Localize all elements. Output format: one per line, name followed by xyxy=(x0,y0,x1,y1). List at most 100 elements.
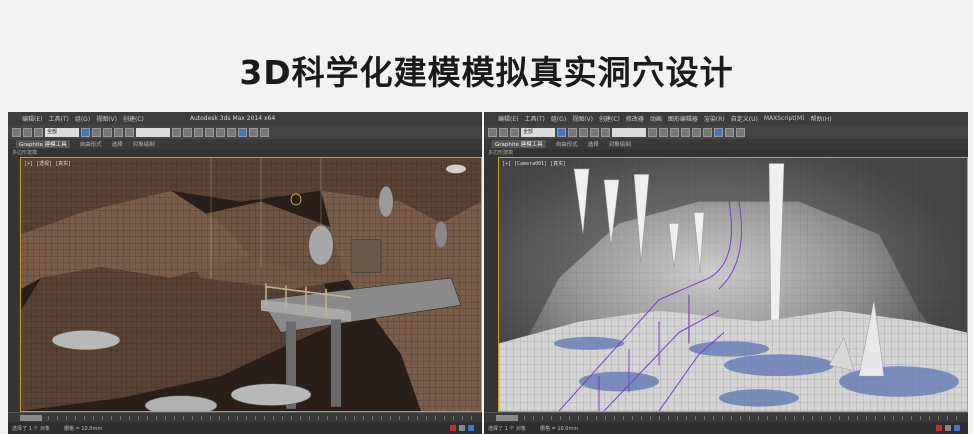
grid-status: 栅格 = 10.0mm xyxy=(63,425,103,432)
viewport-label[interactable]: [+] [透视] [真实] xyxy=(24,160,71,167)
reference-coord-dropdown[interactable] xyxy=(136,127,170,137)
set-key-icon[interactable] xyxy=(945,425,951,431)
rotate-tool-icon[interactable] xyxy=(590,127,599,137)
move-tool-icon[interactable] xyxy=(579,127,588,137)
ribbon-tab-freeform[interactable]: 自由形式 xyxy=(80,140,102,148)
timeline-ticks xyxy=(48,416,472,420)
grid-status: 栅格 = 10.0mm xyxy=(539,425,579,432)
menu-item-views[interactable]: 视图(V) xyxy=(572,114,593,123)
render-icon[interactable] xyxy=(736,127,745,137)
left-side-strip xyxy=(484,157,498,412)
menu-item-animation[interactable]: 动画 xyxy=(650,114,662,123)
layer-icon[interactable] xyxy=(227,127,236,137)
scale-tool-icon[interactable] xyxy=(601,127,610,137)
angle-snap-icon[interactable] xyxy=(670,127,679,137)
selection-filter-dropdown[interactable]: 全部 xyxy=(521,127,555,137)
menu-item-edit[interactable]: 编辑(E) xyxy=(22,114,42,123)
selection-status: 选择了 1 个 对象 xyxy=(488,425,526,432)
move-tool-icon[interactable] xyxy=(103,127,112,137)
scale-tool-icon[interactable] xyxy=(125,127,134,137)
cave-wireframe-scene xyxy=(21,158,481,411)
render-setup-icon[interactable] xyxy=(725,127,734,137)
menu-item-group[interactable]: 组(G) xyxy=(551,114,566,123)
auto-key-icon[interactable] xyxy=(450,425,456,431)
key-icon[interactable] xyxy=(468,425,474,431)
left-perspective-viewport[interactable]: [+] [透视] [真实] xyxy=(20,157,482,412)
render-icon[interactable] xyxy=(260,127,269,137)
mirror-icon[interactable] xyxy=(205,127,214,137)
selection-status: 选择了 1 个 对象 xyxy=(12,425,50,432)
redo-icon[interactable] xyxy=(499,127,508,137)
selection-filter-dropdown[interactable]: 全部 xyxy=(45,127,79,137)
menu-item-graph-editors[interactable]: 图形编辑器 xyxy=(668,114,698,123)
viewport-label[interactable]: [+] [Camera001] [真实] xyxy=(502,160,566,167)
menu-item-rendering[interactable]: 渲染(R) xyxy=(704,114,725,123)
menu-item-modifiers[interactable]: 修改器 xyxy=(626,114,644,123)
status-bar: 选择了 1 个 对象 栅格 = 10.0mm xyxy=(484,422,968,434)
reference-coord-dropdown[interactable] xyxy=(612,127,646,137)
ribbon-tab-selection[interactable]: 选择 xyxy=(588,140,599,148)
undo-icon[interactable] xyxy=(488,127,497,137)
time-slider-handle[interactable] xyxy=(20,415,42,421)
ribbon-tab-freeform[interactable]: 自由形式 xyxy=(556,140,578,148)
undo-icon[interactable] xyxy=(12,127,21,137)
select-region-icon[interactable] xyxy=(568,127,577,137)
left-subribbon[interactable]: 多边形建模 xyxy=(8,149,482,157)
auto-key-icon[interactable] xyxy=(936,425,942,431)
snap-icon[interactable] xyxy=(183,127,192,137)
link-icon[interactable] xyxy=(34,127,43,137)
ribbon-tab-object-paint[interactable]: 对象绘制 xyxy=(133,140,155,148)
mirror-icon[interactable] xyxy=(681,127,690,137)
pivot-icon[interactable] xyxy=(172,127,181,137)
material-editor-icon[interactable] xyxy=(714,127,723,137)
menu-item-edit[interactable]: 编辑(E) xyxy=(498,114,518,123)
menu-item-views[interactable]: 视图(V) xyxy=(96,114,117,123)
menu-item-maxscript[interactable]: MAXScript(M) xyxy=(764,115,805,122)
timeline-ticks xyxy=(524,416,958,420)
ribbon-tab-object-paint[interactable]: 对象绘制 xyxy=(609,140,631,148)
playback-controls xyxy=(936,425,960,431)
left-main-toolbar: 全部 xyxy=(8,125,482,139)
layer-icon[interactable] xyxy=(703,127,712,137)
timeline-slider[interactable] xyxy=(484,412,968,422)
redo-icon[interactable] xyxy=(23,127,32,137)
right-max-window: 编辑(E) 工具(T) 组(G) 视图(V) 创建(C) 修改器 动画 图形编辑… xyxy=(484,112,968,434)
left-max-window: 编辑(E) 工具(T) 组(G) 视图(V) 创建(C) Autodesk 3d… xyxy=(8,112,482,434)
status-bar: 选择了 1 个 对象 栅格 = 10.0mm xyxy=(8,422,482,434)
time-slider-handle[interactable] xyxy=(496,415,518,421)
menu-item-create[interactable]: 创建(C) xyxy=(599,114,620,123)
menu-item-tools[interactable]: 工具(T) xyxy=(524,114,544,123)
snap-icon[interactable] xyxy=(659,127,668,137)
right-camera-viewport[interactable]: [+] [Camera001] [真实] xyxy=(498,157,968,412)
right-subribbon[interactable]: 多边形建模 xyxy=(484,149,968,157)
right-ribbon: Graphite 建模工具 自由形式 选择 对象绘制 xyxy=(484,139,968,149)
render-setup-icon[interactable] xyxy=(249,127,258,137)
menu-item-help[interactable]: 帮助(H) xyxy=(811,114,832,123)
ribbon-tab-selection[interactable]: 选择 xyxy=(112,140,123,148)
menu-item-group[interactable]: 组(G) xyxy=(75,114,90,123)
pivot-icon[interactable] xyxy=(648,127,657,137)
align-icon[interactable] xyxy=(216,127,225,137)
select-tool-icon[interactable] xyxy=(557,127,566,137)
ribbon-tab-graphite[interactable]: Graphite 建模工具 xyxy=(492,140,546,148)
angle-snap-icon[interactable] xyxy=(194,127,203,137)
select-region-icon[interactable] xyxy=(92,127,101,137)
align-icon[interactable] xyxy=(692,127,701,137)
timeline-slider[interactable] xyxy=(8,412,482,422)
menu-item-create[interactable]: 创建(C) xyxy=(123,114,144,123)
menu-item-tools[interactable]: 工具(T) xyxy=(48,114,68,123)
ribbon-tab-graphite[interactable]: Graphite 建模工具 xyxy=(16,140,70,148)
cave-camera-scene xyxy=(499,158,967,411)
window-title: Autodesk 3ds Max 2014 x64 xyxy=(189,115,276,122)
material-editor-icon[interactable] xyxy=(238,127,247,137)
select-tool-icon[interactable] xyxy=(81,127,90,137)
right-main-toolbar: 全部 xyxy=(484,125,968,139)
left-side-strip xyxy=(8,157,20,412)
rotate-tool-icon[interactable] xyxy=(114,127,123,137)
menu-item-customize[interactable]: 自定义(U) xyxy=(731,114,758,123)
link-icon[interactable] xyxy=(510,127,519,137)
set-key-icon[interactable] xyxy=(459,425,465,431)
key-icon[interactable] xyxy=(954,425,960,431)
playback-controls xyxy=(450,425,474,431)
left-ribbon: Graphite 建模工具 自由形式 选择 对象绘制 xyxy=(8,139,482,149)
